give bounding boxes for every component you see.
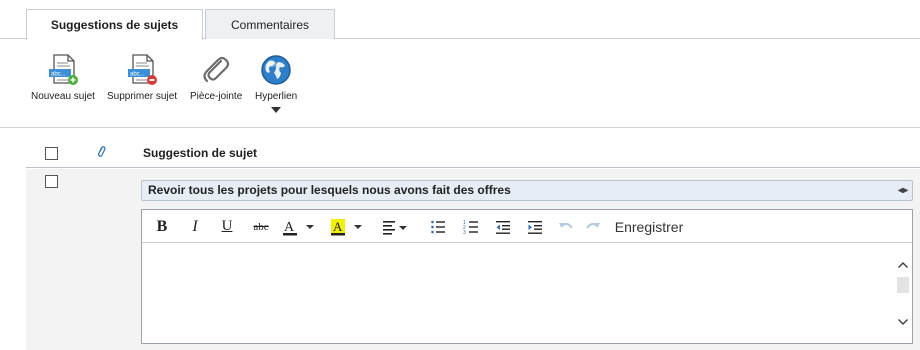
- increase-indent-icon[interactable]: [524, 216, 546, 237]
- scroll-up-icon: [897, 261, 909, 269]
- subject-field[interactable]: Revoir tous les projets pour lesquels no…: [141, 180, 913, 201]
- delete-topic-label: Supprimer sujet: [107, 91, 178, 102]
- grid-header: Suggestion de sujet: [26, 138, 920, 168]
- globe-icon: [258, 52, 294, 88]
- editor-toolbar: B I U abc A A 1 2 3 Enregistrer: [142, 210, 912, 243]
- decrease-indent-icon[interactable]: [492, 216, 514, 237]
- italic-icon[interactable]: I: [185, 216, 205, 237]
- select-all-checkbox[interactable]: [45, 147, 58, 160]
- font-color-icon: A: [283, 220, 314, 235]
- tab-comments[interactable]: Commentaires: [205, 9, 335, 39]
- svg-text:abc...: abc...: [130, 72, 145, 78]
- editor-scrollbar[interactable]: [894, 243, 912, 343]
- rich-text-editor: B I U abc A A 1 2 3 Enregistrer: [141, 209, 913, 344]
- delete-topic-button[interactable]: abc... Supprimer sujet: [107, 52, 177, 102]
- numbered-list-icon[interactable]: 1 2 3: [460, 216, 482, 237]
- svg-text:abc...: abc...: [51, 72, 66, 78]
- svg-text:A: A: [333, 219, 343, 234]
- expand-handle-icon[interactable]: ◂▸: [898, 181, 908, 200]
- save-button[interactable]: Enregistrer: [614, 216, 684, 237]
- table-row: Revoir tous les projets pour lesquels no…: [26, 169, 920, 350]
- align-left-icon: [383, 220, 407, 235]
- redo-icon[interactable]: [582, 216, 604, 237]
- new-document-icon: abc...: [45, 52, 81, 88]
- new-topic-label: Nouveau sujet: [31, 91, 95, 102]
- paperclip-icon: [198, 52, 234, 88]
- attachment-column-icon: [96, 145, 106, 162]
- svg-text:3: 3: [463, 230, 466, 235]
- scrollbar-thumb[interactable]: [897, 277, 909, 293]
- undo-icon[interactable]: [555, 216, 577, 237]
- bold-icon[interactable]: B: [152, 216, 172, 237]
- bulleted-list-icon[interactable]: [427, 216, 449, 237]
- underline-icon[interactable]: U: [217, 216, 237, 237]
- editor-content-area[interactable]: [142, 243, 912, 343]
- hyperlink-dropdown-icon[interactable]: [271, 107, 282, 113]
- highlight-icon: A: [331, 218, 362, 235]
- tab-topic-suggestions[interactable]: Suggestions de sujets: [26, 9, 203, 40]
- font-color-picker[interactable]: A: [282, 216, 320, 237]
- hyperlink-button[interactable]: Hyperlien: [255, 52, 297, 113]
- svg-text:A: A: [284, 220, 295, 235]
- attachment-button[interactable]: Pièce-jointe: [190, 52, 242, 102]
- align-dropdown[interactable]: [380, 216, 412, 237]
- strikethrough-icon[interactable]: abc: [247, 216, 275, 237]
- column-title-topic-suggestion: Suggestion de sujet: [143, 146, 258, 160]
- new-topic-button[interactable]: abc... Nouveau sujet: [31, 52, 95, 102]
- row-checkbox[interactable]: [45, 175, 58, 188]
- ribbon-toolbar: abc... Nouveau sujet abc... Supprimer su…: [0, 40, 920, 128]
- highlight-color-picker[interactable]: A: [330, 216, 368, 237]
- delete-document-icon: abc...: [124, 52, 160, 88]
- hyperlink-label: Hyperlien: [255, 91, 298, 102]
- tab-bar: Suggestions de sujets Commentaires: [0, 0, 920, 40]
- scroll-down-icon: [897, 318, 909, 326]
- subject-text: Revoir tous les projets pour lesquels no…: [148, 183, 511, 197]
- attachment-label: Pièce-jointe: [190, 91, 243, 102]
